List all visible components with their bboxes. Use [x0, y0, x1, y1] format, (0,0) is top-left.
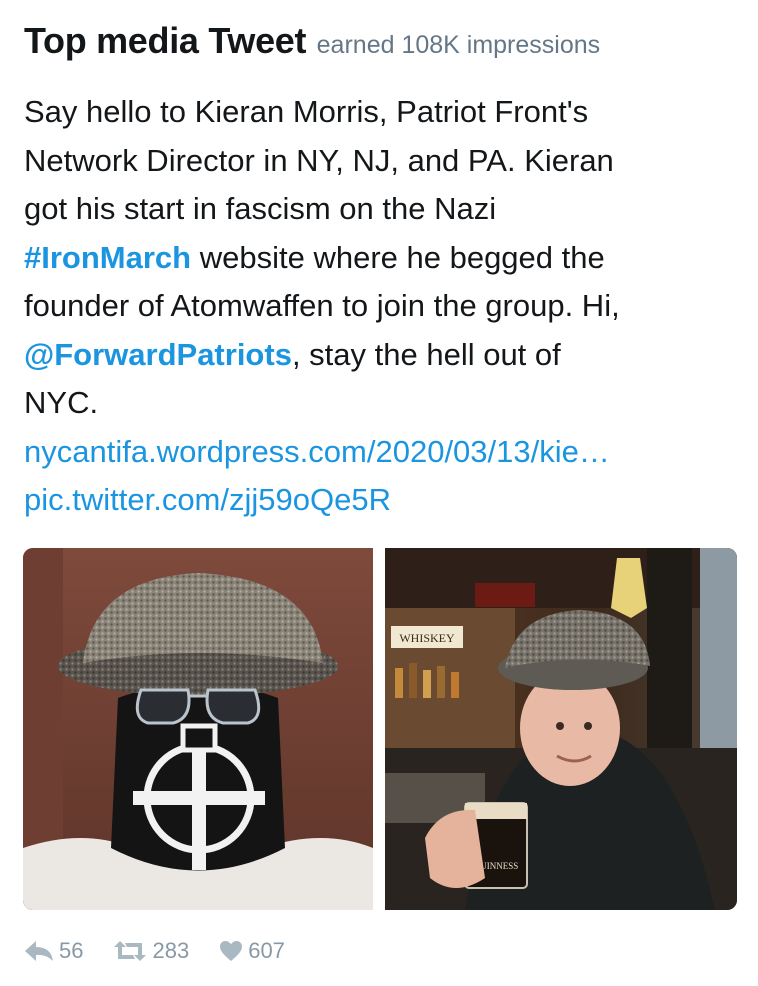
photo-man-with-pint[interactable]: WHISKEY GUINNESS [385, 548, 737, 910]
header: Top media Tweet earned 108K impressions [24, 20, 744, 62]
reply-icon [25, 941, 53, 961]
tweet-text: Say hello to Kieran Morris, Patriot Fron… [24, 88, 740, 525]
tweet-line-text: , stay the hell out of [291, 336, 561, 372]
photo-masked-man[interactable] [23, 548, 373, 910]
tweet-actions: 56 283 607 [24, 934, 315, 968]
impressions-label: earned 108K impressions [316, 31, 601, 59]
tweet-line: got his start in fascism on the Nazi [24, 191, 497, 226]
hashtag-link[interactable]: #IronMarch [24, 240, 191, 275]
whiskey-sign: WHISKEY [399, 631, 455, 645]
header-title: Top media Tweet [24, 20, 307, 61]
like-action[interactable]: 607 [219, 938, 285, 964]
retweet-action[interactable]: 283 [113, 938, 189, 964]
masked-man-illustration [23, 548, 373, 910]
mention-link[interactable]: @ForwardPatriots [24, 337, 292, 372]
tweet-line: Say hello to Kieran Morris, Patriot Fron… [24, 94, 589, 129]
article-link[interactable]: nycantifa.wordpress.com/2020/03/13/kie… [24, 428, 740, 477]
tweet-line: @ForwardPatriots, stay the hell out of [24, 331, 740, 380]
tweet-line: #IronMarch website where he begged the [24, 234, 740, 283]
heart-icon [220, 941, 243, 961]
pub-man-illustration: WHISKEY GUINNESS [385, 548, 737, 910]
pic-link[interactable]: pic.twitter.com/zjj59oQe5R [24, 476, 740, 525]
tweet-line-text: website where he begged the [191, 239, 605, 275]
reply-action[interactable]: 56 [24, 938, 83, 964]
retweet-count: 283 [152, 938, 190, 963]
tweet-line: NYC. [24, 385, 99, 420]
tweet-line: founder of Atomwaffen to join the group.… [24, 288, 620, 323]
like-count: 607 [248, 938, 285, 963]
retweet-icon [114, 941, 147, 961]
reply-count: 56 [59, 938, 84, 963]
media-grid: WHISKEY GUINNESS [23, 548, 737, 910]
tweet-line: Network Director in NY, NJ, and PA. Kier… [24, 142, 614, 178]
